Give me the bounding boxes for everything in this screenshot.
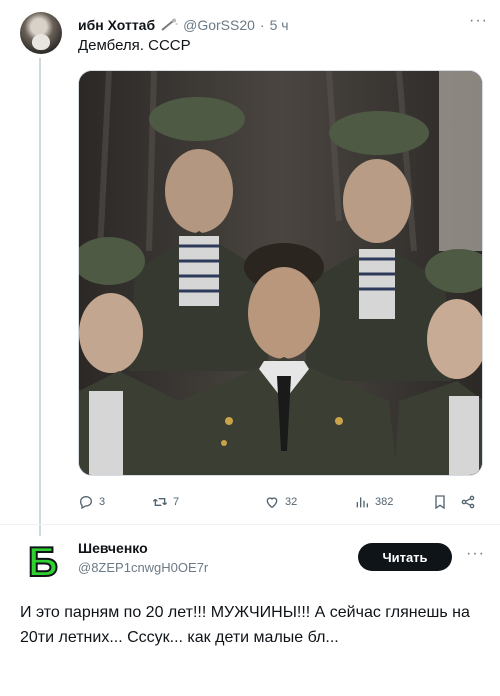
post-header: ибн Хоттаб @GorSS20 · 5 ч ···: [78, 12, 488, 35]
repost-button[interactable]: 7: [152, 494, 179, 510]
follow-button[interactable]: Читать: [358, 543, 452, 571]
more-options-button[interactable]: ···: [466, 545, 485, 563]
like-button[interactable]: 32: [264, 494, 297, 510]
reply-icon: [79, 495, 93, 510]
thread-line: [39, 58, 41, 536]
share-icon: [461, 495, 475, 509]
post-time[interactable]: 5 ч: [270, 17, 289, 33]
divider: [0, 524, 500, 525]
repost-icon: [152, 498, 168, 506]
reply-count: 3: [99, 496, 106, 508]
repost-count: 7: [173, 496, 180, 508]
avatar[interactable]: [20, 12, 62, 54]
views-count: 382: [375, 496, 394, 508]
wand-icon: [161, 18, 178, 31]
more-options-button[interactable]: ···: [469, 12, 488, 30]
bookmark-icon: [435, 495, 445, 510]
post-text: Дембеля. СССР: [78, 37, 191, 54]
author-name[interactable]: ибн Хоттаб: [78, 17, 155, 33]
post-image[interactable]: [78, 70, 483, 476]
views-icon: [356, 497, 368, 508]
like-icon: [266, 497, 278, 509]
dot-separator: ·: [259, 17, 265, 33]
post-actions: 3 7 32 382: [78, 494, 488, 514]
avatar-letter: Б: [28, 540, 58, 582]
bookmark-button[interactable]: [432, 494, 448, 510]
author-name[interactable]: Шевченко: [78, 540, 148, 556]
avatar[interactable]: Б: [22, 537, 64, 586]
share-button[interactable]: [460, 494, 476, 510]
author-handle[interactable]: @8ZEP1cnwgH0OE7r: [78, 560, 208, 575]
author-handle[interactable]: @GorSS20: [183, 17, 255, 33]
post-text: И это парням по 20 лет!!! МУЖЧИНЫ!!! А с…: [20, 604, 470, 646]
views-button[interactable]: 382: [354, 494, 393, 510]
reply-button[interactable]: 3: [78, 494, 105, 510]
like-count: 32: [285, 496, 298, 508]
